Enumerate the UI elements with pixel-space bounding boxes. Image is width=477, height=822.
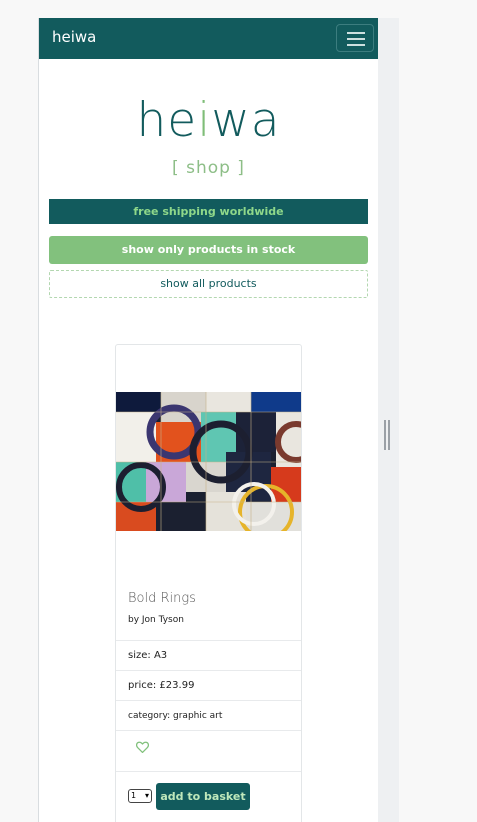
logo-suffix: wa bbox=[211, 93, 281, 148]
resize-handle[interactable] bbox=[384, 420, 391, 450]
tagline: [ shop ] bbox=[172, 158, 245, 178]
hamburger-icon[interactable] bbox=[336, 24, 374, 52]
quantity-select[interactable]: 1 ▾ bbox=[128, 789, 152, 803]
chevron-down-icon: ▾ bbox=[144, 791, 149, 800]
logo-prefix: he bbox=[136, 93, 198, 148]
logo-highlight: i bbox=[197, 93, 212, 148]
site-logo: heiwa bbox=[39, 93, 378, 148]
shipping-banner: free shipping worldwide bbox=[49, 199, 368, 224]
divider bbox=[116, 771, 301, 773]
product-category: category: graphic art bbox=[128, 711, 223, 721]
quantity-value: 1 bbox=[131, 791, 137, 800]
heart-icon[interactable] bbox=[136, 741, 149, 753]
product-size: size: A3 bbox=[128, 650, 168, 661]
product-price: price: £23.99 bbox=[128, 680, 195, 691]
all-products-button[interactable]: show all products bbox=[49, 270, 368, 298]
navbar-brand[interactable]: heiwa bbox=[52, 28, 96, 46]
size-row: size: A3 bbox=[116, 640, 301, 671]
product-title[interactable]: Bold Rings bbox=[128, 591, 196, 606]
in-stock-filter-button[interactable]: show only products in stock bbox=[49, 236, 368, 264]
add-to-basket-button[interactable]: add to basket bbox=[156, 783, 250, 810]
price-row: price: £23.99 bbox=[116, 670, 301, 701]
navbar: heiwa bbox=[39, 18, 378, 59]
product-card: Bold Rings by Jon Tyson size: A3 price: … bbox=[115, 344, 302, 822]
page-frame: heiwa heiwa [ shop ] free shipping world… bbox=[38, 18, 378, 822]
product-author: by Jon Tyson bbox=[128, 615, 184, 625]
category-row: category: graphic art bbox=[116, 700, 301, 731]
product-image[interactable] bbox=[116, 392, 301, 531]
